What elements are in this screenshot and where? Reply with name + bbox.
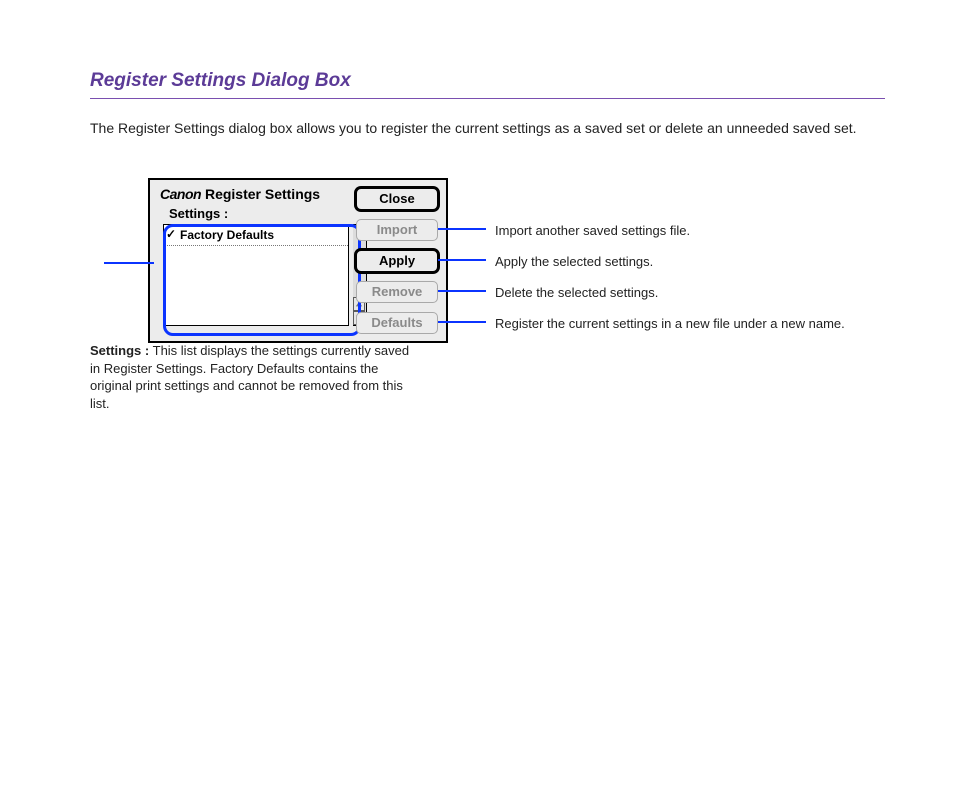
defaults-button[interactable]: Defaults — [356, 312, 438, 334]
leader-settings — [104, 262, 154, 264]
dialog-title-text: Register Settings — [205, 186, 320, 202]
register-settings-dialog: Canon Register Settings Settings : ✓ Fac… — [148, 178, 448, 348]
list-item-label: Factory Defaults — [180, 228, 274, 242]
settings-label: Settings : — [169, 206, 228, 221]
dialog-title: Canon Register Settings — [160, 186, 320, 202]
callout-settings: Settings : This list displays the settin… — [90, 342, 410, 412]
leader-remove — [438, 290, 486, 292]
section-rule — [90, 98, 885, 99]
apply-button[interactable]: Apply — [356, 250, 438, 272]
leader-import — [438, 228, 486, 230]
callout-defaults: Register the current settings in a new f… — [495, 315, 885, 333]
callout-import: Import another saved settings file. — [495, 222, 885, 240]
list-item[interactable]: ✓ Factory Defaults — [164, 225, 348, 246]
section-heading: Register Settings Dialog Box — [90, 70, 351, 92]
leader-defaults — [438, 321, 486, 323]
settings-listbox[interactable]: ✓ Factory Defaults — [163, 224, 349, 326]
dialog-buttons: Close Import Apply Remove Defaults — [356, 188, 438, 343]
settings-group: Settings : ✓ Factory Defaults — [159, 204, 353, 332]
callout-settings-label: Settings : — [90, 343, 149, 358]
remove-button[interactable]: Remove — [356, 281, 438, 303]
callout-remove: Delete the selected settings. — [495, 284, 885, 302]
callout-apply: Apply the selected settings. — [495, 253, 885, 271]
leader-apply — [438, 259, 486, 261]
dialog-frame: Canon Register Settings Settings : ✓ Fac… — [148, 178, 448, 343]
section-intro: The Register Settings dialog box allows … — [90, 118, 884, 138]
brand-logo: Canon — [160, 186, 201, 202]
import-button[interactable]: Import — [356, 219, 438, 241]
check-icon: ✓ — [166, 227, 176, 241]
close-button[interactable]: Close — [356, 188, 438, 210]
